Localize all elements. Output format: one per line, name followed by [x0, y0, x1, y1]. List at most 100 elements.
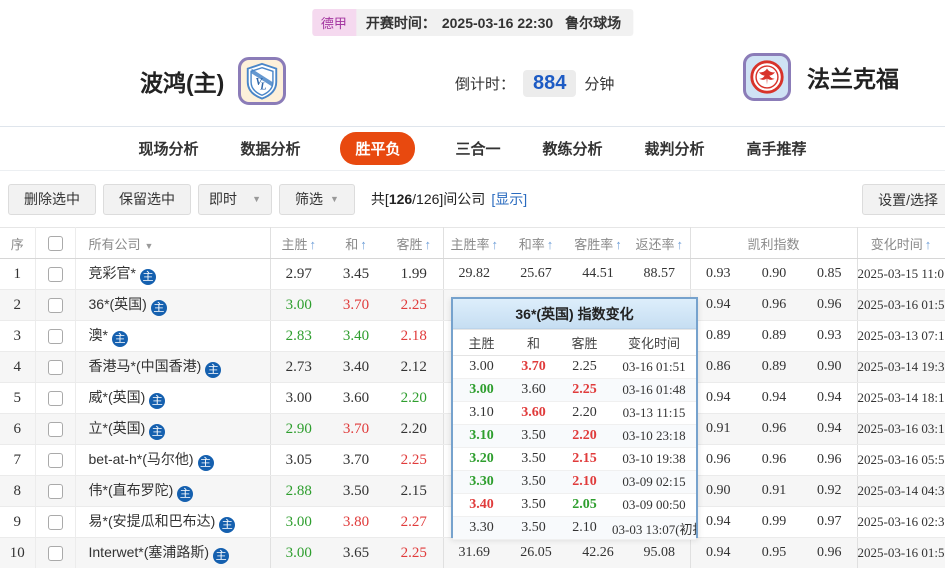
row-seq: 7 — [0, 444, 36, 476]
row-checkbox[interactable] — [47, 298, 63, 314]
row-seq: 5 — [0, 382, 36, 414]
odds-value: 3.00 — [270, 382, 327, 414]
company-name[interactable]: 竞彩官* — [89, 265, 136, 281]
change-time: 2025-03-14 04:31 — [857, 475, 945, 507]
kelly-value: 0.94 — [690, 506, 746, 538]
header-draw[interactable]: 和 ↑ — [327, 227, 385, 259]
popup-row: 3.10 3.60 2.20 03-13 11:15 — [453, 401, 696, 425]
kelly-value: 0.89 — [746, 351, 802, 383]
tab-win-draw-loss[interactable]: 胜平负 — [340, 132, 416, 165]
header-return-rate[interactable]: 返还率 ↑ — [629, 227, 691, 259]
row-checkbox[interactable] — [47, 515, 63, 531]
home-badge-icon: 主 — [213, 548, 230, 564]
kelly-value: 0.91 — [746, 475, 802, 507]
company-name[interactable]: 香港马*(中国香港) — [89, 358, 202, 374]
header-change-time[interactable]: 变化时间 ↑ — [857, 227, 945, 259]
kelly-value: 0.96 — [802, 289, 858, 321]
tab-data-analysis[interactable]: 数据分析 — [238, 132, 302, 165]
popup-row: 3.00 3.60 2.25 03-16 01:48 — [453, 378, 696, 402]
home-badge-icon: 主 — [111, 331, 128, 347]
odds-value: 2.15 — [385, 475, 444, 507]
tab-coach-analysis[interactable]: 教练分析 — [541, 132, 605, 165]
odds-value: 2.25 — [385, 537, 444, 568]
header-home-rate[interactable]: 主胜率 ↑ — [443, 227, 505, 259]
header-away-win[interactable]: 客胜 ↑ — [385, 227, 444, 259]
popup-change-time: 03-10 19:38 — [612, 447, 696, 471]
odds-value: 2.88 — [270, 475, 327, 507]
kelly-value: 0.96 — [746, 444, 802, 476]
row-checkbox[interactable] — [47, 329, 63, 345]
tab-three-in-one[interactable]: 三合一 — [453, 132, 502, 165]
company-name[interactable]: bet-at-h*(马尔他) — [89, 451, 194, 467]
popup-odds-value: 3.40 — [453, 493, 510, 517]
home-team-logo: V L — [238, 57, 287, 105]
analysis-tabs: 现场分析 数据分析 胜平负 三合一 教练分析 裁判分析 高手推荐 — [0, 127, 945, 171]
show-link[interactable]: [显示] — [491, 189, 527, 209]
kelly-value: 0.94 — [802, 413, 858, 445]
home-badge-icon: 主 — [205, 362, 222, 378]
time-filter-dropdown[interactable]: 即时 ▼ — [198, 183, 272, 215]
popup-odds-value: 2.10 — [557, 470, 612, 494]
company-name[interactable]: 威*(英国) — [89, 389, 146, 405]
popup-odds-value: 3.50 — [510, 424, 557, 448]
kelly-value: 0.85 — [802, 258, 858, 290]
row-checkbox[interactable] — [47, 267, 63, 283]
row-checkbox[interactable] — [47, 422, 63, 438]
company-name[interactable]: 澳* — [89, 327, 108, 343]
header-away-rate[interactable]: 客胜率 ↑ — [567, 227, 629, 259]
home-badge-icon: 主 — [150, 300, 167, 316]
league-badge[interactable]: 德甲 — [311, 9, 356, 36]
svg-text:L: L — [259, 82, 266, 93]
keep-selected-button[interactable]: 保留选中 — [103, 183, 191, 215]
odds-value: 2.20 — [385, 413, 444, 445]
home-badge-icon: 主 — [139, 269, 156, 285]
tab-expert-picks[interactable]: 高手推荐 — [745, 132, 809, 165]
sort-up-icon: ↑ — [546, 236, 554, 252]
row-checkbox[interactable] — [47, 360, 63, 376]
delete-selected-button[interactable]: 删除选中 — [8, 183, 96, 215]
header-home-win[interactable]: 主胜 ↑ — [270, 227, 327, 259]
popup-odds-value: 3.10 — [453, 424, 510, 448]
kelly-value: 0.92 — [802, 475, 858, 507]
odds-value: 2.83 — [270, 320, 327, 352]
kelly-value: 0.90 — [802, 351, 858, 383]
row-checkbox[interactable] — [47, 453, 63, 469]
home-team: 波鸿(主) V L — [140, 57, 287, 105]
sort-up-icon: ↑ — [491, 236, 499, 252]
away-team-logo — [743, 53, 791, 101]
company-name[interactable]: Interwet*(塞浦路斯) — [89, 544, 210, 560]
settings-select-button[interactable]: 设置/选择 — [862, 184, 945, 215]
popup-odds-value: 2.15 — [557, 447, 612, 471]
filter-dropdown[interactable]: 筛选 ▼ — [279, 183, 355, 215]
header-company[interactable]: 所有公司 ▼ — [75, 227, 271, 259]
company-name[interactable]: 易*(安提瓜和巴布达) — [89, 513, 216, 529]
countdown-unit: 分钟 — [584, 76, 615, 93]
odds-value: 3.70 — [327, 289, 385, 321]
popup-header-row: 主胜 和 客胜 变化时间 — [453, 329, 696, 356]
kelly-value: 0.91 — [690, 413, 746, 445]
row-checkbox[interactable] — [47, 484, 63, 500]
time-filter-value: 即时 — [209, 191, 237, 207]
popup-header-change-time: 变化时间 — [612, 329, 696, 356]
popup-odds-value: 3.00 — [453, 355, 510, 379]
company-name[interactable]: 伟*(直布罗陀) — [89, 482, 174, 498]
kelly-value: 0.90 — [746, 258, 802, 290]
odds-value: 3.00 — [270, 537, 327, 568]
change-time: 2025-03-16 02:32 — [857, 506, 945, 538]
odds-value: 3.40 — [327, 320, 385, 352]
tab-live-analysis[interactable]: 现场分析 — [136, 132, 200, 165]
odds-value: 2.25 — [385, 289, 444, 321]
company-name[interactable]: 36*(英国) — [89, 296, 147, 312]
popup-odds-value: 3.30 — [453, 470, 510, 494]
header-draw-rate[interactable]: 和率 ↑ — [505, 227, 567, 259]
select-all-checkbox[interactable] — [47, 236, 63, 252]
home-badge-icon: 主 — [177, 486, 194, 502]
row-checkbox[interactable] — [47, 546, 63, 562]
kelly-value: 0.97 — [802, 506, 858, 538]
home-team-name: 波鸿(主) — [140, 70, 225, 96]
tab-referee-analysis[interactable]: 裁判分析 — [643, 132, 707, 165]
row-checkbox[interactable] — [47, 391, 63, 407]
row-seq: 3 — [0, 320, 36, 352]
company-name[interactable]: 立*(英国) — [89, 420, 146, 436]
row-seq: 1 — [0, 258, 36, 290]
